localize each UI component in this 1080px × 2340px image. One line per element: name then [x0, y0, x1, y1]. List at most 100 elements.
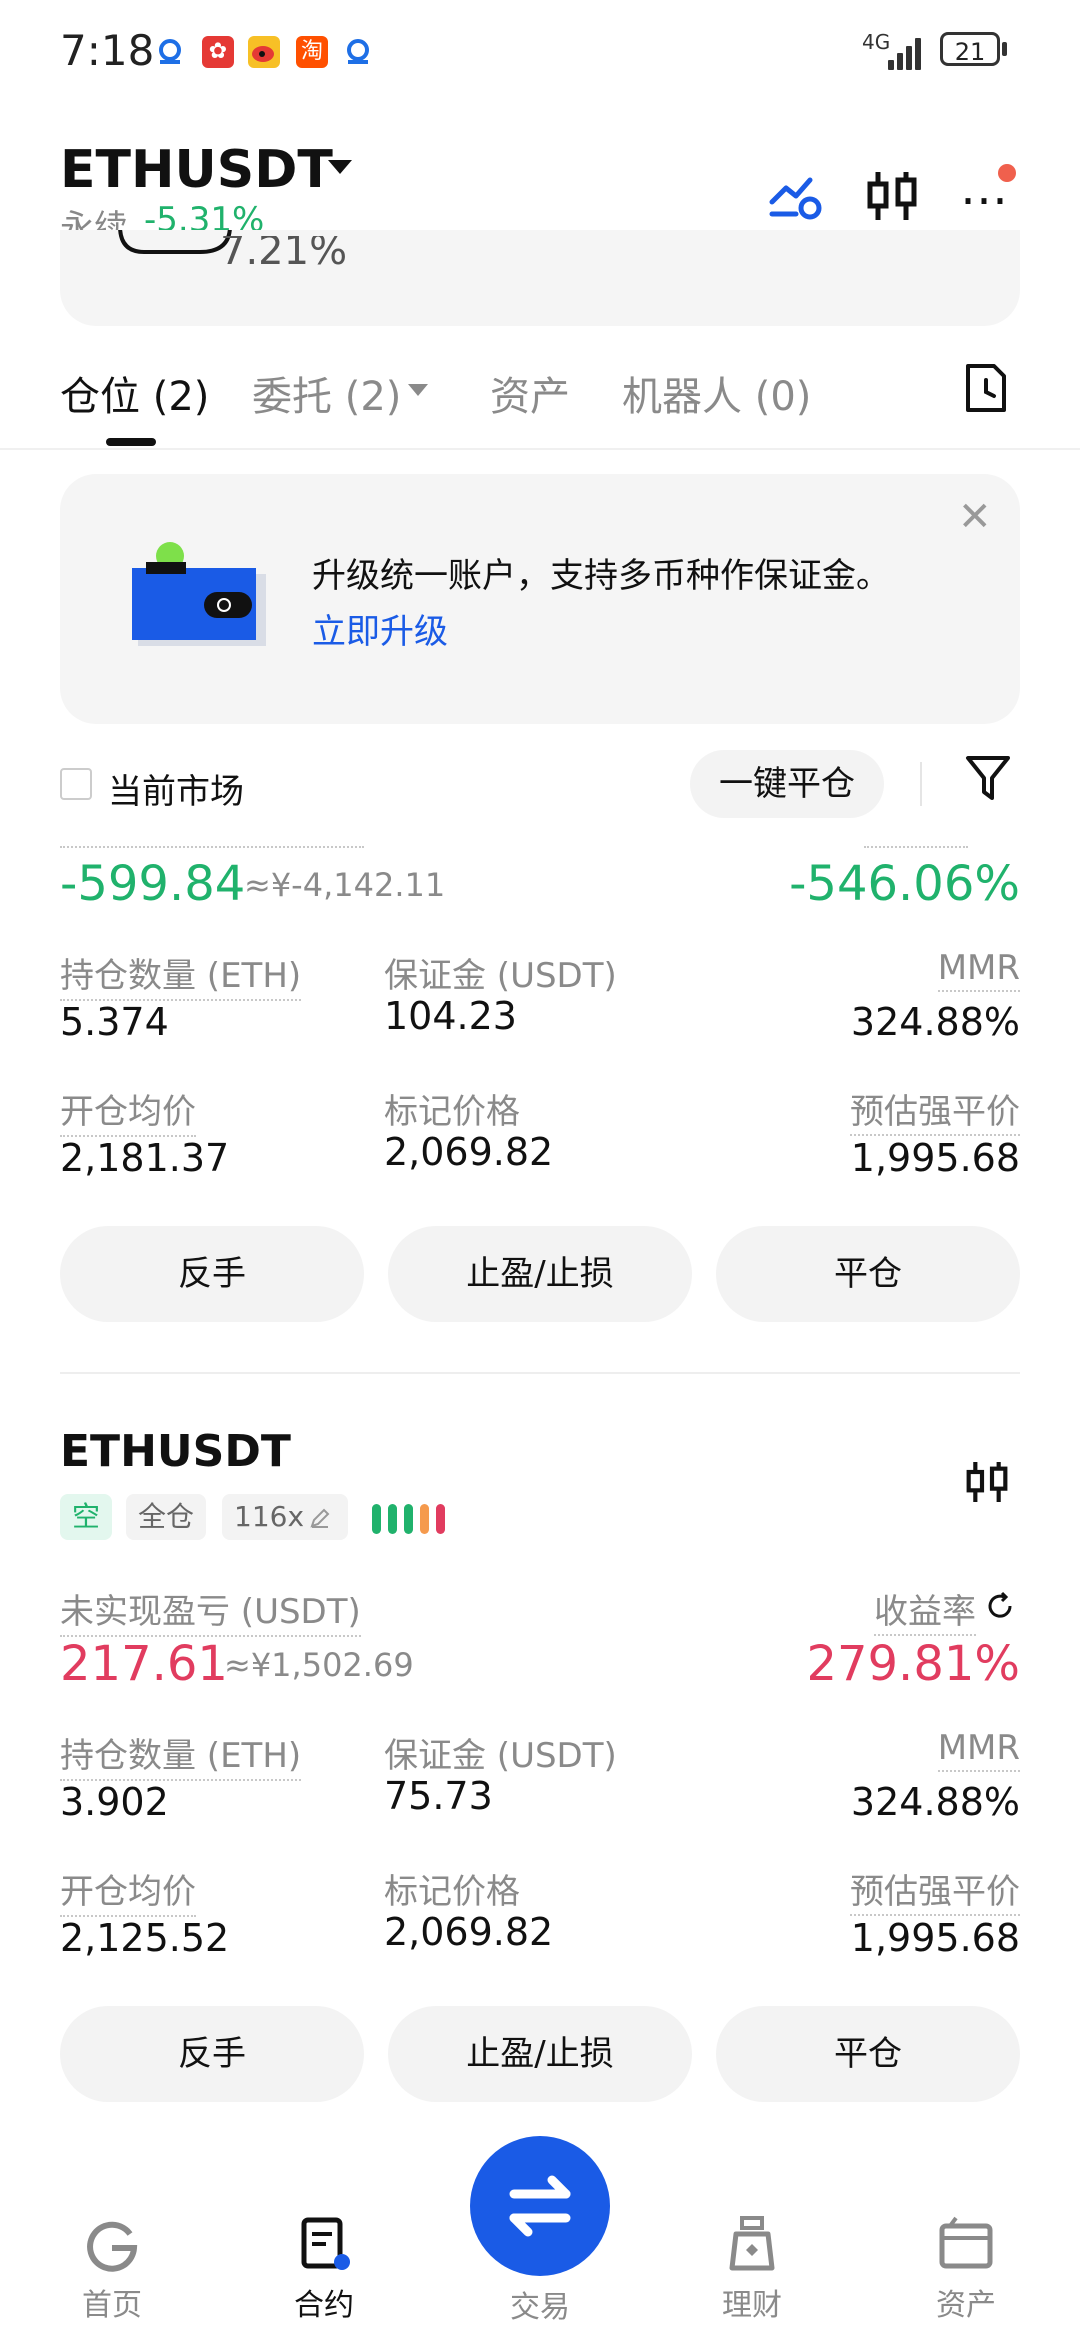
position1-mark: 2,069.82: [384, 1130, 554, 1174]
nav-trade[interactable]: 交易: [480, 2282, 600, 2326]
leverage-bar-3: [404, 1504, 413, 1534]
position1-mmr-label-wrap: MMR: [760, 948, 1020, 992]
orders-dropdown-icon[interactable]: [408, 384, 428, 396]
position2-symbol[interactable]: ETHUSDT: [60, 1426, 291, 1477]
promo-text: 升级统一账户，支持多币种作保证金。: [312, 556, 890, 596]
position1-tpsl-button[interactable]: 止盈/止损: [388, 1226, 692, 1322]
position1-entry: 2,181.37: [60, 1136, 230, 1180]
side-badge: 空: [60, 1494, 113, 1540]
current-market-checkbox[interactable]: [60, 768, 92, 800]
tab-positions[interactable]: 仓位 (2): [60, 364, 209, 422]
taobao-icon: 淘: [296, 36, 328, 68]
wallet-icon: [130, 540, 270, 650]
position-divider: [60, 1372, 1020, 1374]
swap-icon: [509, 2175, 571, 2237]
chart-compare-icon[interactable]: [766, 166, 826, 226]
position2-mark-label: 标记价格: [384, 1872, 520, 1912]
status-bar: 7:18 ✿ 淘 4G 21: [0, 0, 1080, 100]
symbol-title[interactable]: ETHUSDT: [60, 140, 333, 200]
status-time: 7:18: [60, 26, 155, 75]
close-all-button[interactable]: 一键平仓: [690, 750, 884, 818]
battery-tip: [1002, 42, 1007, 56]
nav-assets[interactable]: 资产: [906, 2280, 1026, 2324]
scrolled-card: [60, 230, 1020, 326]
position2-margin: 75.73: [384, 1774, 493, 1818]
position2-mark: 2,069.82: [384, 1910, 554, 1954]
position1-qty: 5.374: [60, 1000, 169, 1044]
history-icon[interactable]: [964, 362, 1008, 414]
home-icon[interactable]: [82, 2214, 142, 2274]
position1-mmr-label[interactable]: MMR: [937, 948, 1020, 992]
position2-roe-label-wrap: 收益率: [760, 1584, 976, 1636]
position1-entry-label[interactable]: 开仓均价: [60, 1084, 196, 1137]
upgrade-link[interactable]: 立即升级: [312, 604, 448, 653]
tab-assets[interactable]: 资产: [490, 364, 570, 422]
filter-separator: [920, 762, 922, 806]
position2-tpsl-button[interactable]: 止盈/止损: [388, 2006, 692, 2102]
position1-pnl: -599.84: [60, 856, 246, 912]
position2-entry: 2,125.52: [60, 1916, 230, 1960]
position2-mmr: 324.88%: [850, 1780, 1020, 1824]
position2-reverse-button[interactable]: 反手: [60, 2006, 364, 2102]
position2-close-button[interactable]: 平仓: [716, 2006, 1020, 2102]
nav-home[interactable]: 首页: [52, 2280, 172, 2324]
position2-pnl: 217.61: [60, 1636, 228, 1692]
leverage-bar-5: [436, 1504, 445, 1534]
leverage-bar-2: [388, 1504, 397, 1534]
position2-mmr-label-wrap: MMR: [760, 1728, 1020, 1772]
position1-margin-label: 保证金 (USDT): [384, 956, 617, 996]
position2-liq-label[interactable]: 预估强平价: [850, 1872, 1020, 1916]
symbol-dropdown-icon[interactable]: [328, 160, 352, 174]
close-icon[interactable]: ✕: [958, 494, 992, 540]
leverage-value: 116x: [234, 1500, 305, 1533]
position1-liq-label-wrap: 预估强平价: [760, 1084, 1020, 1136]
weibo-icon: [248, 36, 280, 68]
position2-qty-label[interactable]: 持仓数量 (ETH): [60, 1728, 302, 1781]
candlestick-icon[interactable]: [862, 166, 922, 226]
filter-icon[interactable]: [964, 752, 1012, 804]
app-blue-icon: [154, 36, 186, 68]
position2-liq-label-wrap: 预估强平价: [760, 1864, 1020, 1916]
position1-roe: -546.06%: [789, 856, 1020, 912]
nav-finance[interactable]: 理财: [692, 2280, 812, 2324]
tabs-divider: [0, 448, 1080, 450]
position1-liq-label[interactable]: 预估强平价: [850, 1092, 1020, 1136]
position2-pnl-label[interactable]: 未实现盈亏 (USDT): [60, 1584, 361, 1637]
huawei-icon: ✿: [202, 36, 234, 68]
leverage-bar-4: [420, 1504, 429, 1534]
pnl-label-underline: [60, 846, 364, 848]
position2-roe: 279.81%: [806, 1636, 1020, 1692]
edit-icon[interactable]: [308, 1506, 332, 1530]
tab-bots[interactable]: 机器人 (0): [622, 364, 811, 422]
roe-label-underline: [864, 846, 968, 848]
position2-pnl-cny: ≈¥1,502.69: [224, 1646, 414, 1684]
trade-button[interactable]: [470, 2136, 610, 2276]
app-blue-icon: [342, 36, 374, 68]
position1-pnl-cny: ≈¥-4,142.11: [244, 866, 446, 904]
finance-icon[interactable]: [722, 2214, 782, 2274]
position2-roe-label[interactable]: 收益率: [874, 1592, 976, 1636]
nav-contract[interactable]: 合约: [264, 2280, 384, 2324]
position2-entry-label[interactable]: 开仓均价: [60, 1864, 196, 1917]
position1-mark-label: 标记价格: [384, 1092, 520, 1132]
position2-qty: 3.902: [60, 1780, 169, 1824]
contract-icon[interactable]: [296, 2214, 356, 2274]
candlestick-icon[interactable]: [962, 1454, 1012, 1510]
position1-margin: 104.23: [384, 994, 517, 1038]
position1-reverse-button[interactable]: 反手: [60, 1226, 364, 1322]
position1-mmr: 324.88%: [850, 1000, 1020, 1044]
current-market-label: 当前市场: [108, 772, 244, 812]
active-tab-indicator: [106, 438, 156, 446]
refresh-icon[interactable]: [984, 1590, 1016, 1622]
position2-mmr-label[interactable]: MMR: [937, 1728, 1020, 1772]
tab-orders[interactable]: 委托 (2): [252, 364, 401, 422]
margin-mode-badge: 全仓: [126, 1494, 207, 1540]
position1-close-button[interactable]: 平仓: [716, 1226, 1020, 1322]
network-type: 4G: [862, 30, 891, 54]
signal-icon: [888, 36, 928, 70]
notification-dot: [998, 164, 1016, 182]
assets-icon[interactable]: [936, 2214, 996, 2274]
leverage-bar-1: [372, 1504, 381, 1534]
position1-liq: 1,995.68: [850, 1136, 1020, 1180]
position1-qty-label[interactable]: 持仓数量 (ETH): [60, 948, 302, 1001]
